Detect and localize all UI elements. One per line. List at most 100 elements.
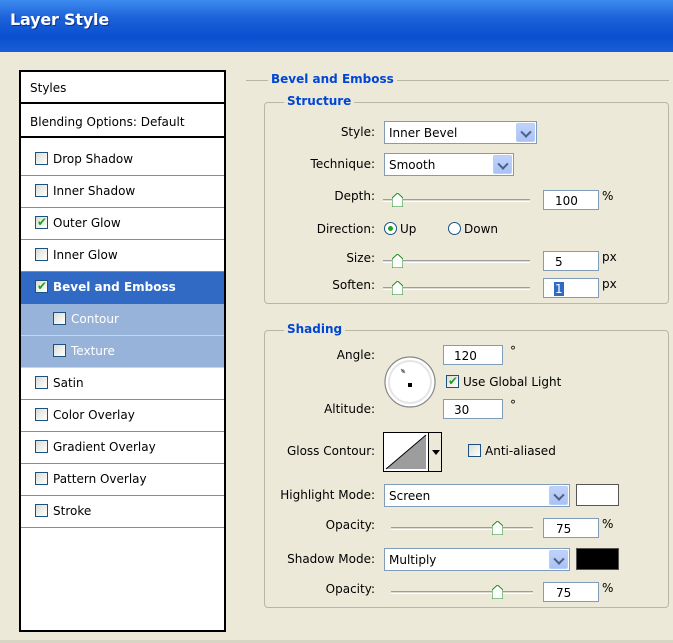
shadow-mode-select[interactable]: Multiply bbox=[384, 548, 570, 571]
contour-preview-icon bbox=[385, 434, 427, 470]
style-item-drop-shadow[interactable]: Drop Shadow bbox=[21, 144, 224, 176]
size-unit: px bbox=[602, 250, 617, 264]
style-item-label: Outer Glow bbox=[53, 216, 121, 230]
highlight-color-swatch[interactable] bbox=[576, 484, 619, 506]
shadow-color-swatch[interactable] bbox=[576, 548, 619, 570]
angle-unit: ° bbox=[510, 344, 516, 358]
chevron-down-icon[interactable] bbox=[493, 155, 512, 174]
chevron-down-icon[interactable] bbox=[516, 123, 535, 142]
altitude-unit: ° bbox=[510, 398, 516, 412]
style-select[interactable]: Inner Bevel bbox=[384, 121, 537, 144]
technique-select-value: Smooth bbox=[389, 158, 436, 172]
depth-slider-track[interactable] bbox=[383, 199, 530, 202]
anti-aliased-label[interactable]: Anti-aliased bbox=[485, 444, 556, 458]
shadow-opacity-label: Opacity: bbox=[325, 582, 375, 596]
style-item-checkbox[interactable] bbox=[53, 344, 66, 357]
altitude-label: Altitude: bbox=[324, 402, 375, 416]
soften-slider-thumb[interactable] bbox=[392, 281, 403, 295]
technique-select[interactable]: Smooth bbox=[384, 153, 514, 176]
shadow-opacity-thumb[interactable] bbox=[492, 585, 503, 599]
highlight-opacity-track[interactable] bbox=[391, 527, 533, 530]
styles-header[interactable]: Styles bbox=[21, 72, 224, 104]
highlight-mode-value: Screen bbox=[389, 489, 431, 503]
style-item-texture[interactable]: Texture bbox=[21, 336, 224, 368]
shadow-opacity-input[interactable]: 75 bbox=[543, 582, 599, 602]
soften-input[interactable]: 1 bbox=[543, 278, 599, 298]
style-select-value: Inner Bevel bbox=[389, 126, 458, 140]
style-item-pattern-overlay[interactable]: Pattern Overlay bbox=[21, 464, 224, 496]
style-item-checkbox[interactable] bbox=[35, 248, 48, 261]
structure-title: Structure bbox=[284, 94, 355, 108]
style-item-satin[interactable]: Satin bbox=[21, 368, 224, 400]
style-item-label: Inner Glow bbox=[53, 248, 118, 262]
soften-unit: px bbox=[602, 277, 617, 291]
style-item-bevel-and-emboss[interactable]: ✔ Bevel and Emboss bbox=[21, 272, 224, 304]
style-item-checkbox[interactable] bbox=[53, 312, 66, 325]
caret-down-icon bbox=[432, 450, 440, 455]
global-light-label[interactable]: Use Global Light bbox=[463, 375, 561, 389]
style-item-inner-glow[interactable]: Inner Glow bbox=[21, 240, 224, 272]
style-item-checkbox[interactable] bbox=[35, 184, 48, 197]
depth-unit: % bbox=[602, 189, 614, 203]
technique-label: Technique: bbox=[310, 157, 375, 171]
style-item-inner-shadow[interactable]: Inner Shadow bbox=[21, 176, 224, 208]
global-light-checkbox[interactable]: ✔ bbox=[446, 374, 459, 388]
altitude-input[interactable]: 30 bbox=[443, 399, 503, 419]
style-item-color-overlay[interactable]: Color Overlay bbox=[21, 400, 224, 432]
style-item-checkbox[interactable] bbox=[35, 152, 48, 165]
highlight-mode-select[interactable]: Screen bbox=[384, 484, 570, 507]
style-item-label: Gradient Overlay bbox=[53, 440, 156, 454]
direction-up-label[interactable]: Up bbox=[400, 222, 416, 236]
contour-dropdown[interactable] bbox=[428, 433, 441, 471]
size-slider-track[interactable] bbox=[383, 260, 530, 263]
size-slider-thumb[interactable] bbox=[392, 254, 403, 268]
depth-input[interactable]: 100 bbox=[543, 190, 599, 210]
style-item-checkbox[interactable]: ✔ bbox=[35, 279, 48, 293]
style-item-gradient-overlay[interactable]: Gradient Overlay bbox=[21, 432, 224, 464]
style-item-checkbox[interactable]: ✔ bbox=[35, 215, 48, 229]
blending-options-item[interactable]: Blending Options: Default bbox=[21, 106, 224, 138]
styles-list: Styles Blending Options: Default Drop Sh… bbox=[19, 70, 226, 632]
size-input[interactable]: 5 bbox=[543, 251, 599, 271]
angle-input[interactable]: 120 bbox=[443, 345, 503, 365]
depth-label: Depth: bbox=[334, 189, 375, 203]
highlight-opacity-label: Opacity: bbox=[325, 518, 375, 532]
direction-down-radio[interactable] bbox=[448, 222, 461, 235]
soften-label: Soften: bbox=[332, 278, 375, 292]
angle-dial[interactable] bbox=[383, 355, 437, 409]
style-item-checkbox[interactable] bbox=[35, 504, 48, 517]
gloss-contour-picker[interactable] bbox=[383, 432, 442, 472]
style-item-stroke[interactable]: Stroke bbox=[21, 496, 224, 528]
highlight-opacity-unit: % bbox=[602, 517, 614, 531]
anti-aliased-checkbox[interactable] bbox=[468, 444, 481, 457]
size-label: Size: bbox=[346, 251, 375, 265]
style-item-checkbox[interactable] bbox=[35, 408, 48, 421]
direction-label: Direction: bbox=[316, 222, 375, 236]
style-item-label: Bevel and Emboss bbox=[53, 280, 176, 294]
style-item-label: Satin bbox=[53, 376, 84, 390]
depth-slider-thumb[interactable] bbox=[392, 193, 403, 207]
bevel-section-title: Bevel and Emboss bbox=[268, 72, 397, 86]
soften-slider-track[interactable] bbox=[383, 287, 530, 290]
style-item-checkbox[interactable] bbox=[35, 440, 48, 453]
style-item-checkbox[interactable] bbox=[35, 376, 48, 389]
checkmark-icon: ✔ bbox=[448, 374, 459, 388]
highlight-opacity-thumb[interactable] bbox=[492, 521, 503, 535]
shadow-opacity-track[interactable] bbox=[391, 591, 533, 594]
chevron-down-icon[interactable] bbox=[549, 486, 568, 505]
window-title: Layer Style bbox=[10, 10, 109, 29]
chevron-down-icon[interactable] bbox=[549, 550, 568, 569]
shadow-mode-label: Shadow Mode: bbox=[287, 552, 375, 566]
direction-down-label[interactable]: Down bbox=[464, 222, 498, 236]
highlight-opacity-input[interactable]: 75 bbox=[543, 518, 599, 538]
style-item-label: Color Overlay bbox=[53, 408, 135, 422]
title-bar[interactable]: Layer Style bbox=[0, 0, 673, 52]
shadow-mode-value: Multiply bbox=[389, 553, 437, 567]
style-item-outer-glow[interactable]: ✔ Outer Glow bbox=[21, 208, 224, 240]
direction-up-radio[interactable] bbox=[384, 222, 397, 235]
highlight-mode-label: Highlight Mode: bbox=[280, 488, 375, 502]
style-item-label: Texture bbox=[71, 344, 115, 358]
checkmark-icon: ✔ bbox=[37, 215, 48, 229]
style-item-contour[interactable]: Contour bbox=[21, 304, 224, 336]
style-item-checkbox[interactable] bbox=[35, 472, 48, 485]
